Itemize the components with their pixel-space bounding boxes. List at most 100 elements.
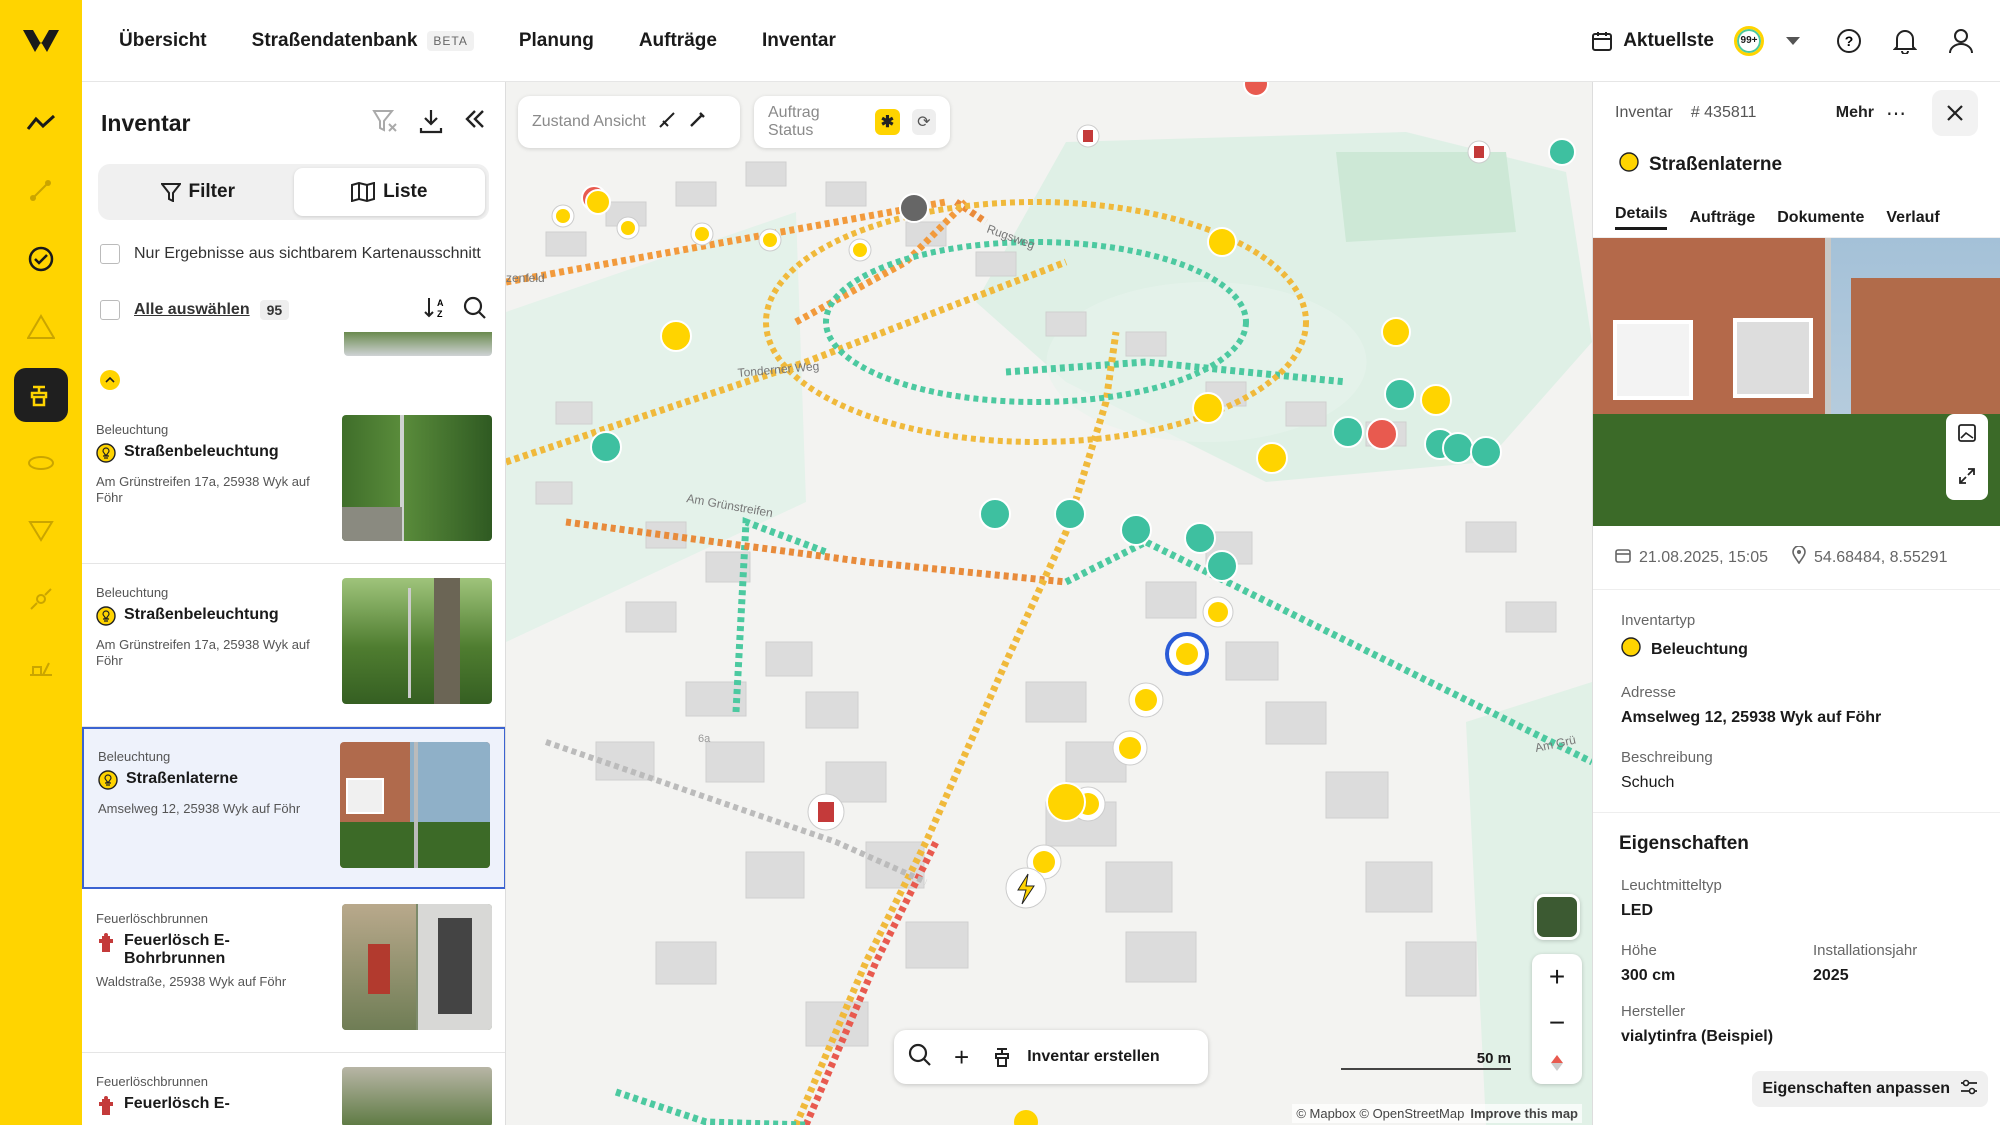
app-logo[interactable] bbox=[0, 0, 82, 82]
notification-count-badge[interactable]: 99+ bbox=[1734, 25, 1764, 56]
order-pin-yellow[interactable] bbox=[1207, 227, 1237, 257]
select-all-checkbox[interactable] bbox=[100, 300, 120, 320]
order-pin-green[interactable] bbox=[1548, 138, 1576, 166]
add-icon[interactable]: + bbox=[954, 1042, 969, 1073]
streetlight-marker[interactable] bbox=[1014, 1110, 1038, 1125]
zoom-in-icon[interactable]: + bbox=[1549, 961, 1565, 993]
streetlight-marker[interactable] bbox=[848, 238, 872, 262]
date-selector[interactable]: Aktuellste bbox=[1591, 30, 1714, 52]
nav-inventory[interactable]: Inventar bbox=[762, 30, 836, 52]
rail-tools-icon[interactable] bbox=[14, 572, 68, 626]
help-icon[interactable]: ? bbox=[1834, 26, 1864, 56]
order-pin-yellow[interactable] bbox=[1381, 317, 1411, 347]
streetlight-marker[interactable] bbox=[690, 222, 714, 246]
order-pin-green[interactable] bbox=[1442, 432, 1474, 464]
nav-planning[interactable]: Planung bbox=[519, 30, 594, 52]
gallery-icon[interactable] bbox=[1958, 424, 1976, 447]
order-pin-yellow[interactable] bbox=[1192, 392, 1224, 424]
more-button[interactable]: Mehr bbox=[1836, 104, 1874, 122]
bell-icon[interactable] bbox=[1890, 26, 1920, 56]
streetlight-marker[interactable] bbox=[616, 216, 640, 240]
chip-condition-view[interactable]: Zustand Ansicht bbox=[518, 96, 740, 148]
order-pin-yellow[interactable] bbox=[585, 189, 611, 215]
tab-filter[interactable]: Filter bbox=[102, 168, 294, 216]
streetlight-marker[interactable] bbox=[758, 228, 782, 252]
order-pin-yellow[interactable] bbox=[1420, 384, 1452, 416]
download-icon[interactable] bbox=[418, 108, 444, 139]
list-item[interactable]: Beleuchtung Straßenbeleuchtung Am Grünst… bbox=[82, 565, 505, 727]
fire-hydrant-marker[interactable] bbox=[1467, 140, 1491, 164]
nav-orders[interactable]: Aufträge bbox=[639, 30, 717, 52]
refresh-icon[interactable]: ⟳ bbox=[911, 109, 936, 135]
visible-only-row[interactable]: Nur Ergebnisse aus sichtbarem Kartenauss… bbox=[82, 226, 505, 282]
sort-az-icon[interactable]: AZ bbox=[423, 296, 449, 325]
brush-icon[interactable] bbox=[688, 111, 706, 134]
list-item[interactable]: Feuerlöschbrunnen Feuerlösch E- bbox=[82, 1054, 505, 1125]
tab-history[interactable]: Verlauf bbox=[1886, 209, 1939, 227]
map-canvas[interactable]: Tonderner Weg Am Grünstreifen Rugsweg ze… bbox=[506, 82, 1592, 1125]
rail-route-icon[interactable] bbox=[14, 164, 68, 218]
adjust-properties-button[interactable]: Eigenschaften anpassen bbox=[1752, 1071, 1988, 1107]
order-pin-gray[interactable] bbox=[899, 193, 929, 223]
streetlight-marker-selected[interactable] bbox=[1165, 632, 1209, 676]
rail-warning-icon[interactable] bbox=[14, 300, 68, 354]
tab-documents[interactable]: Dokumente bbox=[1777, 209, 1864, 227]
rail-check-icon[interactable] bbox=[14, 232, 68, 286]
order-pin-red[interactable] bbox=[1366, 418, 1398, 450]
order-pin-yellow[interactable] bbox=[660, 320, 692, 352]
fire-hydrant-marker[interactable] bbox=[807, 793, 845, 831]
select-all-link[interactable]: Alle auswählen bbox=[134, 301, 250, 319]
visible-only-checkbox[interactable] bbox=[100, 244, 120, 264]
order-pin-green[interactable] bbox=[1384, 378, 1416, 410]
collapse-panel-icon[interactable] bbox=[464, 108, 486, 139]
order-pin-yellow[interactable] bbox=[1046, 782, 1086, 822]
nav-overview[interactable]: Übersicht bbox=[119, 30, 207, 52]
rail-construction-icon[interactable] bbox=[14, 640, 68, 694]
order-pin-green[interactable] bbox=[979, 498, 1011, 530]
order-pin-green[interactable] bbox=[1054, 498, 1086, 530]
attribution-text[interactable]: © Mapbox © OpenStreetMap bbox=[1296, 1106, 1464, 1121]
map-search-icon[interactable] bbox=[908, 1043, 932, 1072]
brush-off-icon[interactable] bbox=[658, 111, 676, 134]
rail-analytics-icon[interactable] bbox=[14, 96, 68, 150]
close-icon[interactable] bbox=[1932, 90, 1978, 136]
asterisk-icon[interactable]: ✱ bbox=[875, 109, 900, 135]
order-pin-yellow[interactable] bbox=[1256, 442, 1288, 474]
streetlight-marker[interactable] bbox=[1202, 596, 1234, 628]
expand-icon[interactable] bbox=[1958, 467, 1976, 490]
order-pin-green[interactable] bbox=[1184, 522, 1216, 554]
streetlight-marker[interactable] bbox=[551, 204, 575, 228]
order-pin-green[interactable] bbox=[1470, 436, 1502, 468]
nav-road-db[interactable]: Straßendatenbank BETA bbox=[252, 30, 474, 52]
more-dots-icon[interactable]: ⋯ bbox=[1886, 101, 1906, 126]
chip-order-status[interactable]: Auftrag Status ✱ ⟳ bbox=[754, 96, 950, 148]
order-pin-green[interactable] bbox=[590, 431, 622, 463]
list-item-selected[interactable]: Beleuchtung Straßenlaterne Amselweg 12, … bbox=[82, 727, 505, 889]
tab-details[interactable]: Details bbox=[1615, 205, 1668, 230]
user-icon[interactable] bbox=[1946, 26, 1976, 56]
power-marker[interactable] bbox=[1005, 867, 1047, 909]
order-pin-green[interactable] bbox=[1206, 550, 1238, 582]
order-pin-green[interactable] bbox=[1120, 514, 1152, 546]
rail-inventory-icon[interactable] bbox=[14, 368, 68, 422]
order-pin-red[interactable] bbox=[1243, 82, 1269, 97]
zoom-out-icon[interactable]: − bbox=[1549, 1007, 1565, 1039]
compass-icon[interactable] bbox=[1548, 1054, 1566, 1077]
list-item[interactable]: Feuerlöschbrunnen Feuerlösch E-Bohrbrunn… bbox=[82, 891, 505, 1053]
satellite-layer-toggle[interactable] bbox=[1534, 894, 1580, 940]
order-pin-green[interactable] bbox=[1332, 416, 1364, 448]
rail-filter-icon[interactable] bbox=[14, 504, 68, 558]
streetlight-marker[interactable] bbox=[1112, 730, 1148, 766]
streetlight-marker[interactable] bbox=[1128, 682, 1164, 718]
tab-list[interactable]: Liste bbox=[293, 168, 485, 216]
improve-map-link[interactable]: Improve this map bbox=[1470, 1106, 1578, 1121]
tab-orders[interactable]: Aufträge bbox=[1689, 209, 1755, 227]
detail-photo[interactable] bbox=[1593, 238, 2000, 526]
rail-layer-icon[interactable] bbox=[14, 436, 68, 490]
chevron-down-icon[interactable] bbox=[1778, 26, 1808, 56]
search-icon[interactable] bbox=[463, 296, 487, 325]
create-inventory-button[interactable]: Inventar erstellen bbox=[991, 1045, 1160, 1069]
filter-clear-icon[interactable] bbox=[372, 108, 398, 139]
list-item[interactable]: Beleuchtung Straßenbeleuchtung Am Grünst… bbox=[82, 402, 505, 564]
fire-hydrant-marker[interactable] bbox=[1076, 124, 1100, 148]
